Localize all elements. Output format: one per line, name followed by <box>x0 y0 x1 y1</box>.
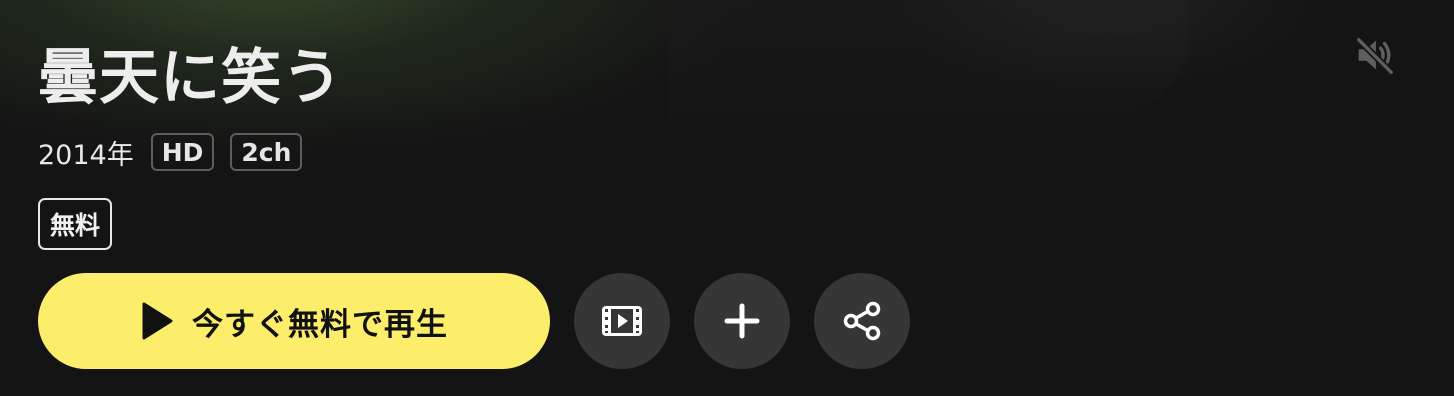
play-now-button[interactable]: 今すぐ無料で再生 <box>38 273 550 369</box>
title-meta: 2014年 HD 2ch <box>38 131 343 173</box>
play-icon <box>140 301 174 341</box>
add-to-list-button[interactable] <box>694 273 790 369</box>
page-title: 曇天に笑う <box>38 43 343 113</box>
plus-icon <box>724 303 760 339</box>
audio-tag-2ch: 2ch <box>230 133 303 171</box>
price-row: 無料 <box>38 198 343 250</box>
share-icon <box>843 301 881 341</box>
quality-tag-hd: HD <box>150 133 215 171</box>
free-badge: 無料 <box>38 198 113 250</box>
title-info: 曇天に笑う 2014年 HD 2ch 無料 <box>38 38 343 250</box>
backdrop-figure-shadow-secondary <box>900 0 1320 90</box>
backdrop-figure-shadow <box>668 0 1188 170</box>
title-hero: 曇天に笑う 2014年 HD 2ch 無料 今すぐ無料で再生 <box>0 0 1454 396</box>
trailer-button[interactable] <box>574 273 670 369</box>
action-bar: 今すぐ無料で再生 <box>38 273 934 369</box>
play-button-label: 今すぐ無料で再生 <box>192 306 448 342</box>
film-play-icon <box>602 306 642 336</box>
mute-toggle-button[interactable] <box>1346 30 1402 80</box>
speaker-muted-icon <box>1355 36 1395 76</box>
share-button[interactable] <box>814 273 910 369</box>
release-year: 2014年 <box>38 139 134 171</box>
